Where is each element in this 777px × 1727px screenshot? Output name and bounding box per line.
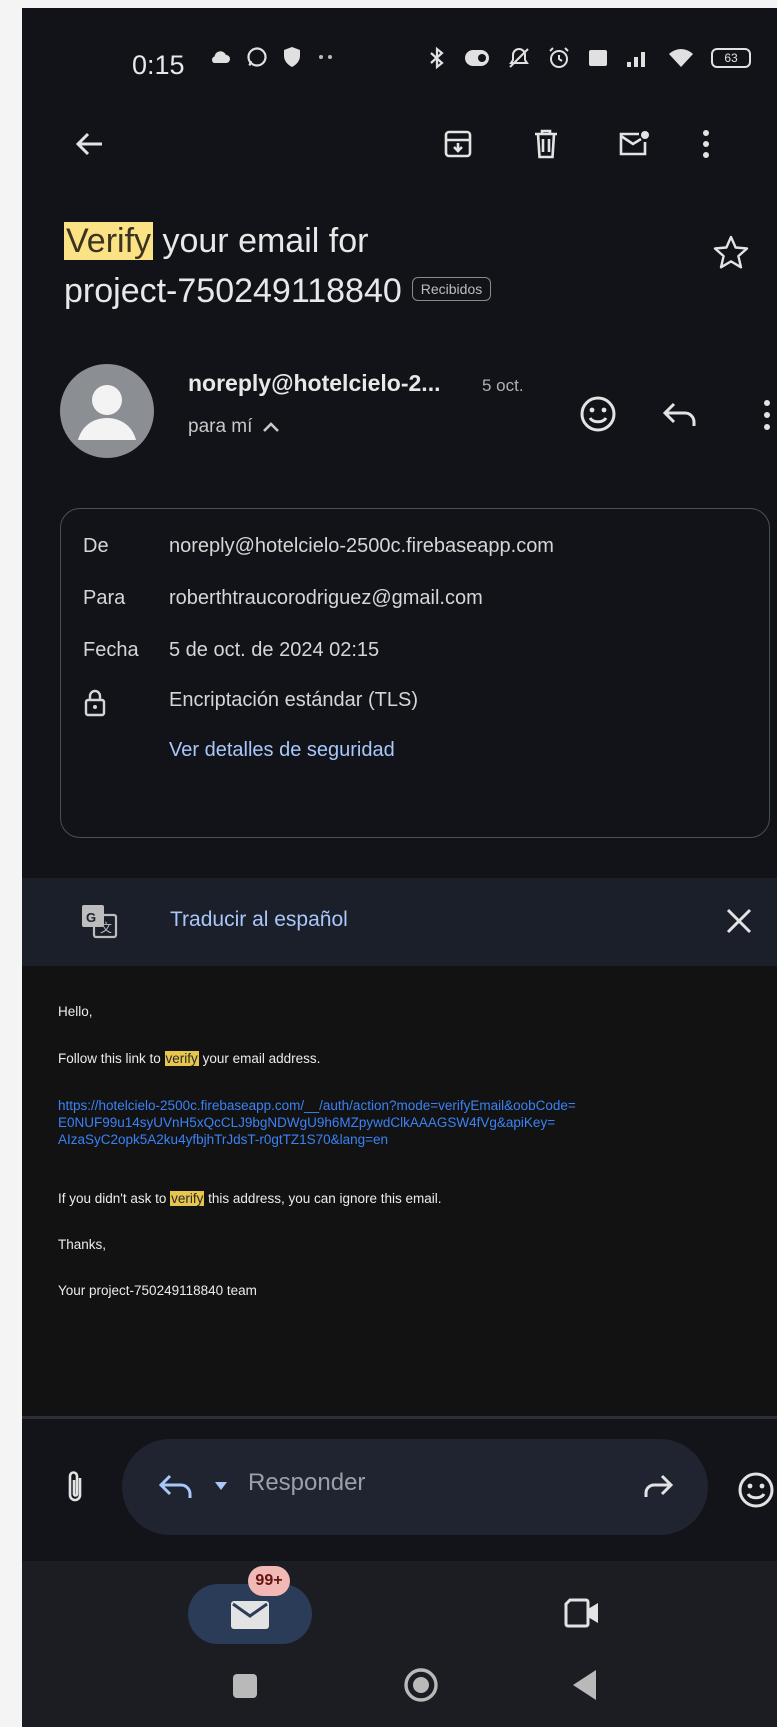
svg-text:文: 文 (100, 920, 112, 935)
mail-icon (231, 1601, 269, 1629)
delete-button[interactable] (522, 120, 570, 168)
subject-line1: your email for (153, 222, 369, 260)
detail-encryption-value: Encriptación estándar (TLS) (169, 689, 419, 711)
translate-link[interactable]: Traducir al español (170, 908, 348, 932)
bottom-navigation (22, 1561, 777, 1727)
close-icon[interactable] (724, 906, 754, 936)
body-ignore-line: If you didn't ask to verify this address… (58, 1191, 442, 1206)
arrow-left-icon (75, 132, 102, 156)
detail-to-value: roberthtraucorodriguez@gmail.com (169, 587, 483, 609)
emoji-icon (580, 396, 616, 432)
battery-level: 63 (724, 51, 738, 65)
alarm-icon (549, 47, 569, 68)
body-follow-pre: Follow this link to (58, 1051, 165, 1066)
verify-link-line1: https://hotelcielo-2500c.firebaseapp.com… (58, 1098, 576, 1113)
sender-name[interactable]: noreply@hotelcielo-2... (188, 370, 440, 397)
detail-from-value: noreply@hotelcielo-2500c.firebaseapp.com (169, 535, 554, 557)
attach-icon[interactable] (62, 1468, 88, 1506)
signal-icon (627, 52, 645, 67)
emoji-icon[interactable] (736, 1470, 776, 1510)
email-body: Hello, Follow this link to verify your e… (22, 966, 777, 1416)
email-details-card: De noreply@hotelcielo-2500c.firebaseapp.… (60, 508, 770, 838)
recipient-toggle[interactable]: para mí (188, 416, 280, 438)
whatsapp-icon (247, 47, 267, 67)
email-date: 5 oct. (482, 376, 524, 395)
recipient-label: para mí (188, 416, 253, 437)
back-button[interactable] (66, 120, 114, 168)
more-dots-icon (319, 55, 332, 59)
body-team: Your project-750249118840 team (58, 1283, 257, 1298)
archive-button[interactable] (434, 120, 482, 168)
verify-link[interactable]: https://hotelcielo-2500c.firebaseapp.com… (58, 1097, 576, 1148)
lock-icon (84, 689, 106, 717)
body-ignore-pre: If you didn't ask to (58, 1191, 171, 1206)
shield-icon (284, 47, 300, 67)
status-icons-left (208, 46, 336, 68)
body-thanks: Thanks, (58, 1237, 107, 1252)
reply-placeholder: Responder (248, 1469, 366, 1496)
reply-button[interactable] (662, 400, 698, 430)
verify-link-line2: E0NUF99u14syUVnH5xQcCLJ9bgNDWgU9h6MZpywd… (58, 1115, 556, 1130)
mail-unread-badge: 99+ (248, 1566, 290, 1596)
reply-input-pill[interactable]: Responder (122, 1439, 708, 1535)
star-icon (713, 235, 749, 269)
meet-video-icon[interactable] (562, 1596, 602, 1630)
vibrate-icon (465, 50, 489, 66)
translate-icon: G文 (82, 905, 118, 939)
battery-icon: 63 (711, 48, 751, 68)
security-details-link[interactable]: Ver detalles de seguridad (169, 739, 395, 762)
more-options-button[interactable] (682, 120, 730, 168)
body-ignore-post: this address, you can ignore this email. (204, 1191, 442, 1206)
bluetooth-icon (430, 46, 444, 70)
reply-icon (158, 1474, 192, 1498)
detail-date-label: Fecha (83, 639, 139, 661)
volte-icon (589, 50, 607, 66)
detail-from-label: De (83, 535, 109, 557)
body-verify-highlight: verify (164, 1051, 199, 1066)
react-emoji-button[interactable] (578, 394, 618, 434)
sender-avatar[interactable] (60, 364, 154, 458)
forward-icon[interactable] (642, 1473, 674, 1501)
translate-bar: G文 Traducir al español (22, 878, 777, 966)
body-follow-post: your email address. (198, 1051, 321, 1066)
archive-icon (444, 130, 472, 158)
home-icon[interactable] (402, 1666, 440, 1704)
more-vert-icon (764, 400, 770, 430)
mail-unread-icon (619, 131, 649, 156)
subject-line2: project-750249118840 (64, 272, 402, 310)
detail-to-label: Para (83, 587, 126, 609)
cloud-icon (212, 51, 230, 63)
status-icons-right: 63 (427, 46, 751, 70)
phone-screen: 0:15 63 Verify your email for project-75… (22, 8, 777, 1727)
email-subject: Verify your email for project-7502491188… (64, 216, 704, 316)
detail-date-value: 5 de oct. de 2024 02:15 (169, 639, 380, 661)
caret-down-icon[interactable] (214, 1481, 228, 1491)
subject-highlight: Verify (64, 222, 154, 260)
body-follow-line: Follow this link to verify your email ad… (58, 1051, 320, 1066)
status-time: 0:15 (132, 50, 185, 80)
trash-icon (535, 129, 557, 159)
chevron-up-icon (263, 422, 280, 432)
message-more-button[interactable] (762, 398, 772, 432)
body-verify-highlight-2: verify (170, 1191, 205, 1206)
verify-link-line3: AIzaSyC2opk5A2ku4yfbjhTrJdsT-r0gtTZ1S70&… (58, 1132, 389, 1147)
svg-text:G: G (86, 910, 96, 925)
more-vert-icon (703, 130, 709, 158)
person-icon (78, 385, 136, 440)
mark-unread-button[interactable] (610, 120, 658, 168)
inbox-label-chip[interactable]: Recibidos (411, 277, 492, 302)
wifi-icon (669, 49, 693, 67)
mute-bell-icon (509, 47, 529, 68)
body-hello: Hello, (58, 1004, 93, 1019)
star-button[interactable] (712, 234, 750, 272)
nav-mail-tab[interactable] (188, 1584, 312, 1644)
back-nav-icon[interactable] (570, 1668, 598, 1702)
reply-icon (662, 402, 696, 426)
recent-apps-icon[interactable] (232, 1673, 258, 1699)
